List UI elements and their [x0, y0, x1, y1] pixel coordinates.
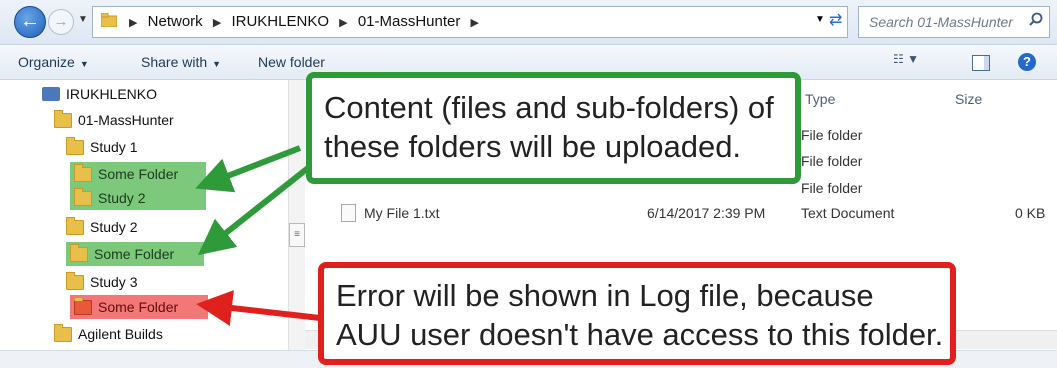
callout-arrows	[195, 145, 321, 326]
arrow-to-study1	[195, 145, 302, 193]
arrow-to-study3	[196, 290, 321, 326]
